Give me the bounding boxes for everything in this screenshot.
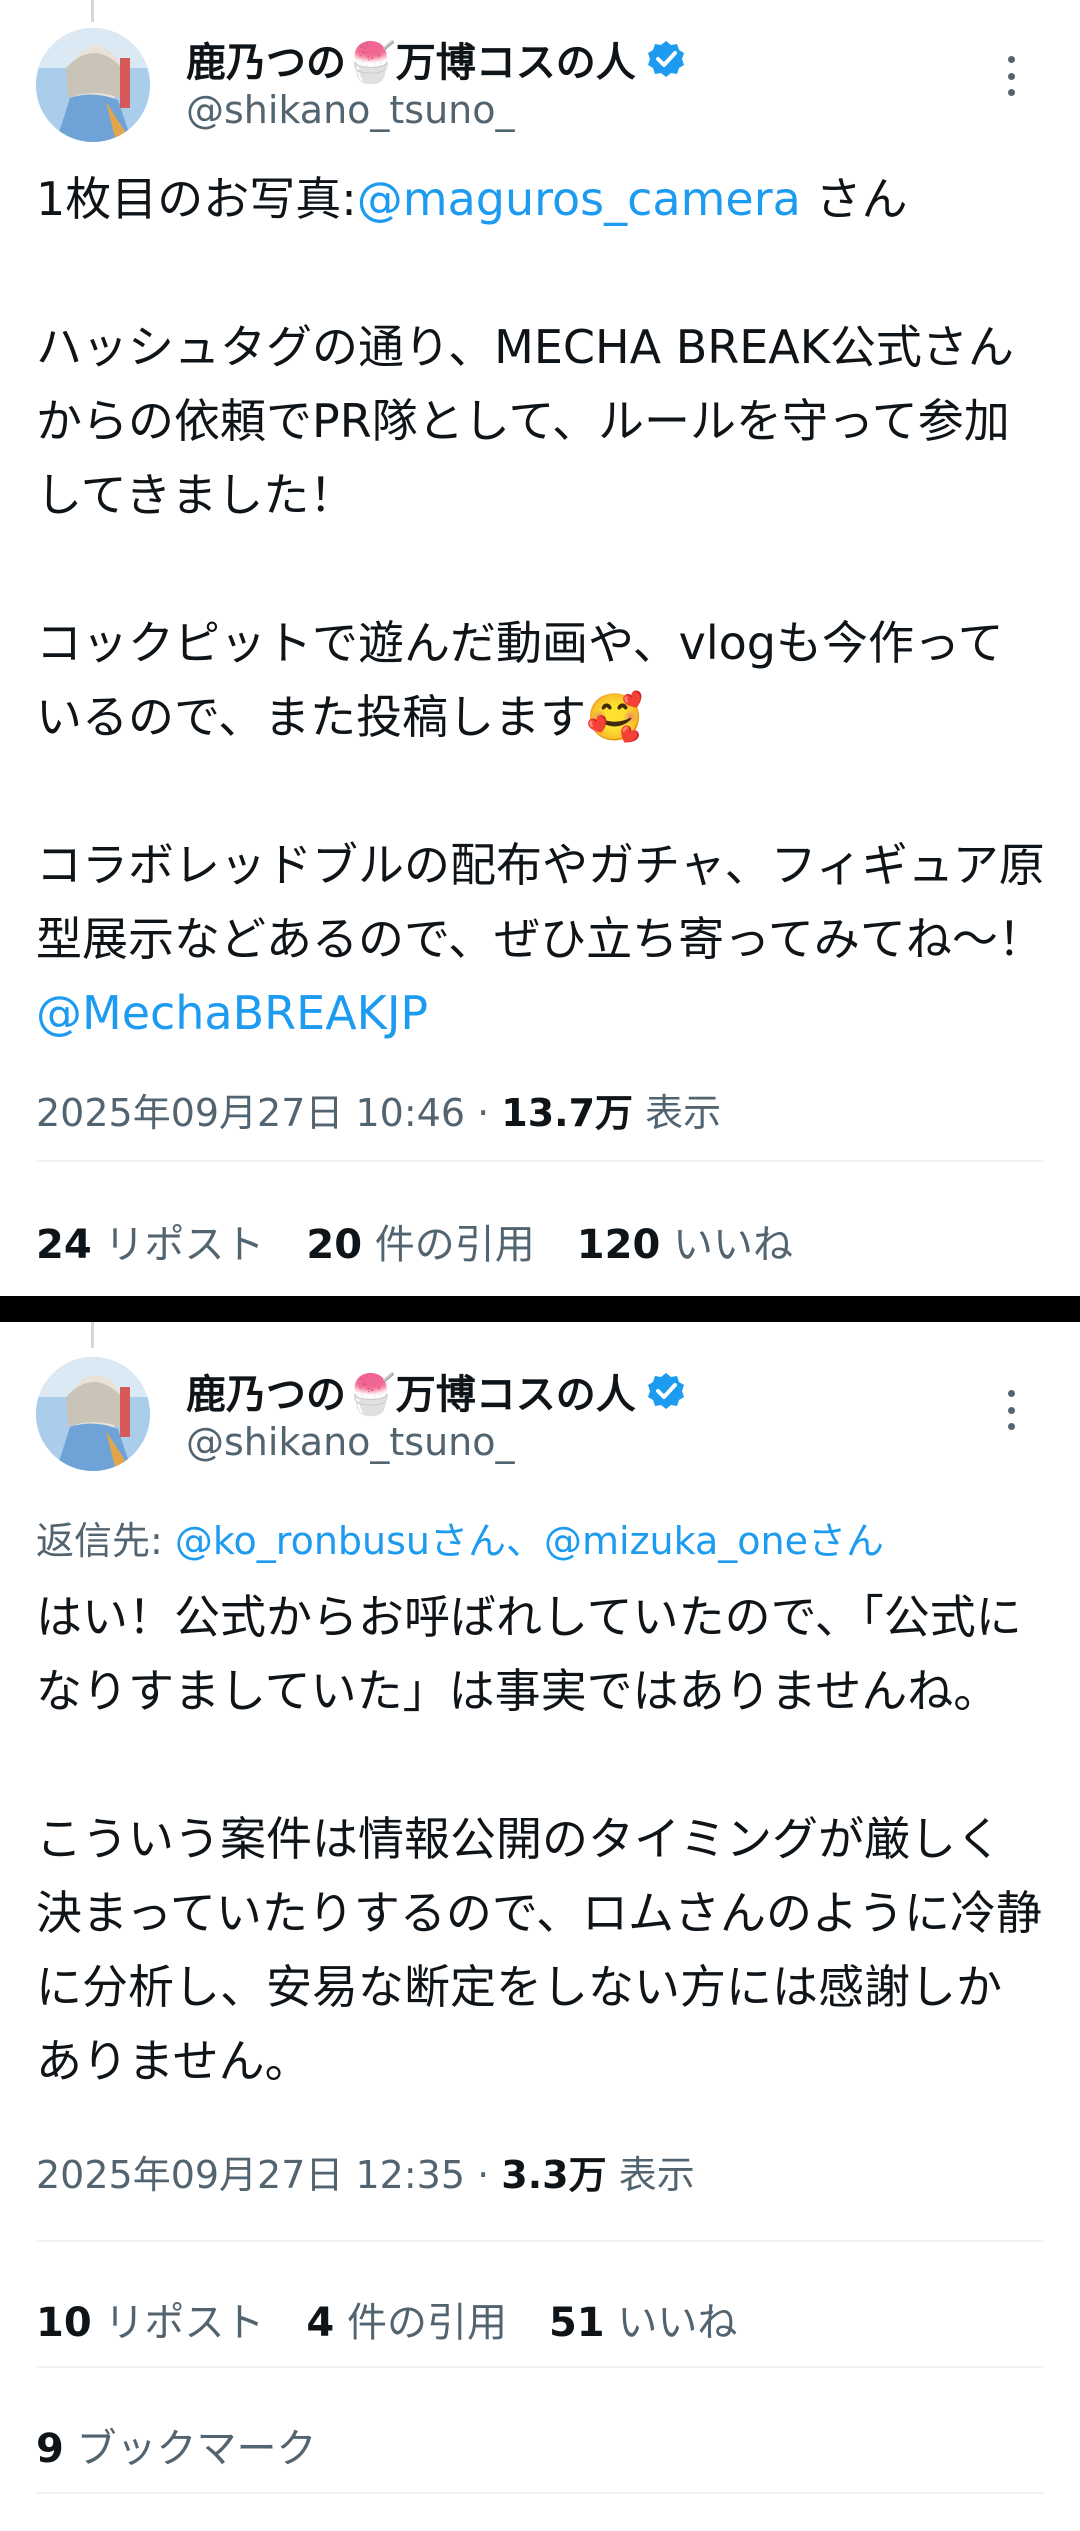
quotes-stat[interactable]: 20 件の引用 xyxy=(306,1212,534,1270)
more-options-icon[interactable] xyxy=(1004,56,1018,96)
likes-label: いいね xyxy=(673,1222,793,1268)
divider xyxy=(36,2240,1044,2242)
likes-label: いいね xyxy=(617,2300,738,2346)
reposts-stat[interactable]: 10 リポスト xyxy=(36,2290,264,2348)
screenshot-separator xyxy=(0,1296,1080,1322)
verified-badge-icon xyxy=(647,1373,684,1409)
handle[interactable]: @shikano_tsuno_ xyxy=(186,88,515,132)
text-segment: 1枚目のお写真: xyxy=(36,172,357,226)
divider xyxy=(36,1160,1044,1162)
engagement-stats: 10 リポスト 4 件の引用 51 いいね xyxy=(36,2290,779,2348)
quotes-label: 件の引用 xyxy=(346,2300,507,2346)
tweet-text: はい！公式からお呼ばれしていたので、「公式になりすましていた」は事実ではありませ… xyxy=(36,1590,1043,2088)
reposts-stat[interactable]: 24 リポスト xyxy=(36,1212,264,1270)
bookmarks-count: 9 xyxy=(36,2426,64,2472)
thread-line xyxy=(91,0,94,22)
bookmarks-stat[interactable]: 9 ブックマーク xyxy=(36,2416,317,2474)
quotes-count: 4 xyxy=(306,2300,335,2346)
likes-stat[interactable]: 51 いいね xyxy=(549,2290,737,2348)
mention-link[interactable]: @maguros_camera xyxy=(357,172,801,226)
text-segment: さん ハッシュタグの通り、MECHA BREAK公式さんからの依頼でPR隊として… xyxy=(36,172,1045,966)
bookmarks-label: ブックマーク xyxy=(76,2426,317,2472)
tweet-2[interactable]: 鹿乃つの🍧万博コスの人 @shikano_tsuno_ 返信先: @ko_ron… xyxy=(0,1322,1080,2531)
view-count: 13.7万 xyxy=(501,1091,634,1135)
quotes-stat[interactable]: 4 件の引用 xyxy=(306,2290,507,2348)
mention-link[interactable]: @MechaBREAKJP xyxy=(36,986,428,1040)
tweet-text: 1枚目のお写真:@maguros_camera さん ハッシュタグの通り、MEC… xyxy=(36,162,1046,1050)
thread-line xyxy=(91,1322,94,1348)
divider xyxy=(36,2366,1044,2368)
reposts-label: リポスト xyxy=(104,2300,265,2346)
likes-count: 51 xyxy=(548,2300,605,2346)
verified-badge-icon xyxy=(647,41,684,77)
display-name[interactable]: 鹿乃つの🍧万博コスの人 xyxy=(186,30,636,88)
likes-count: 120 xyxy=(576,1222,661,1268)
tweet-1[interactable]: 鹿乃つの🍧万博コスの人 @shikano_tsuno_ 1枚目のお写真:@mag… xyxy=(0,0,1080,1296)
reply-mention[interactable]: @mizuka_oneさん xyxy=(544,1519,884,1563)
view-label: 表示 xyxy=(645,1091,722,1135)
tweet-meta: 2025年09月27日 12:35 · 3.3万 表示 xyxy=(36,2144,695,2199)
timestamp[interactable]: 2025年09月27日 10:46 xyxy=(36,1091,465,1135)
engagement-stats: 24 リポスト 20 件の引用 120 いいね xyxy=(36,1212,835,1270)
tweet-meta: 2025年09月27日 10:46 · 13.7万 表示 xyxy=(36,1082,721,1137)
avatar[interactable] xyxy=(36,28,150,142)
quotes-count: 20 xyxy=(306,1222,363,1268)
reply-separator: 、 xyxy=(506,1519,545,1563)
bookmark-stats: 9 ブックマーク xyxy=(36,2416,359,2474)
meta-dot: · xyxy=(477,1091,502,1135)
view-count: 3.3万 xyxy=(501,2153,607,2197)
reposts-count: 10 xyxy=(36,2300,92,2346)
meta-dot: · xyxy=(477,2153,502,2197)
view-label: 表示 xyxy=(618,2153,695,2197)
more-options-icon[interactable] xyxy=(1004,1390,1018,1430)
avatar[interactable] xyxy=(36,1357,150,1471)
divider xyxy=(36,2492,1044,2494)
timestamp[interactable]: 2025年09月27日 12:35 xyxy=(36,2153,465,2197)
reposts-count: 24 xyxy=(36,1222,92,1268)
handle[interactable]: @shikano_tsuno_ xyxy=(186,1420,515,1464)
reply-mention[interactable]: @ko_ronbusuさん xyxy=(175,1519,506,1563)
quotes-label: 件の引用 xyxy=(374,1222,535,1268)
reposts-label: リポスト xyxy=(104,1222,265,1268)
reply-prefix: 返信先: xyxy=(36,1519,175,1563)
reply-to: 返信先: @ko_ronbusuさん、@mizuka_oneさん xyxy=(36,1510,884,1565)
display-name[interactable]: 鹿乃つの🍧万博コスの人 xyxy=(186,1362,636,1420)
likes-stat[interactable]: 120 いいね xyxy=(577,1212,793,1270)
